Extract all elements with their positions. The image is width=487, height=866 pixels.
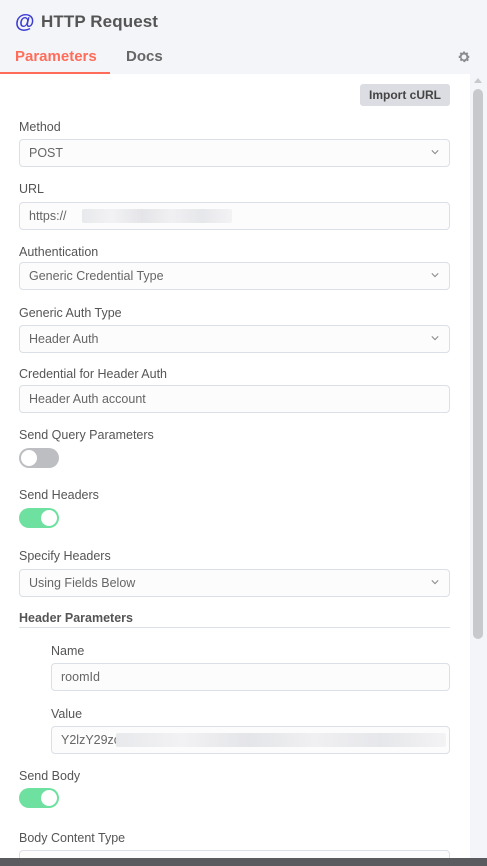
- credential-value: Header Auth account: [29, 392, 146, 406]
- import-curl-button[interactable]: Import cURL: [360, 84, 450, 106]
- authentication-select[interactable]: Generic Credential Type: [19, 262, 450, 290]
- authentication-value: Generic Credential Type: [29, 269, 164, 283]
- scrollbar[interactable]: [470, 74, 487, 858]
- node-header: @ HTTP Request Parameters Docs: [0, 0, 487, 74]
- generic-auth-type-select[interactable]: Header Auth: [19, 325, 450, 353]
- toggle-knob: [21, 450, 37, 466]
- scroll-up-arrow-icon[interactable]: [474, 78, 482, 83]
- bottom-bar: [0, 858, 487, 866]
- url-input[interactable]: https://: [19, 202, 450, 230]
- specify-headers-select[interactable]: Using Fields Below: [19, 569, 450, 597]
- specify-headers-value: Using Fields Below: [29, 576, 136, 590]
- send-query-label: Send Query Parameters: [19, 428, 154, 442]
- header-value-value: Y2lzY29zc: [61, 733, 121, 747]
- send-query-toggle[interactable]: [19, 448, 59, 468]
- toggle-knob: [41, 510, 57, 526]
- specify-headers-label: Specify Headers: [19, 549, 111, 563]
- parameters-panel: Import cURL Method POST URL https:// Aut…: [0, 74, 487, 858]
- method-label: Method: [19, 120, 61, 134]
- at-icon: @: [15, 11, 35, 33]
- header-parameters-divider: [19, 627, 450, 628]
- redacted-url: [82, 209, 232, 223]
- redacted-value: [116, 733, 446, 747]
- header-name-value: roomId: [61, 670, 100, 684]
- generic-auth-type-label: Generic Auth Type: [19, 306, 122, 320]
- node-title[interactable]: HTTP Request: [41, 12, 158, 32]
- chevron-down-icon: [431, 150, 439, 155]
- url-value: https://: [29, 209, 67, 223]
- header-name-label: Name: [51, 644, 85, 658]
- generic-auth-type-value: Header Auth: [29, 332, 99, 346]
- chevron-down-icon: [431, 336, 439, 341]
- header-parameters-title: Header Parameters: [19, 611, 133, 625]
- body-content-type-label: Body Content Type: [19, 831, 126, 845]
- header-value-label: Value: [51, 707, 83, 721]
- send-body-toggle[interactable]: [19, 788, 59, 808]
- credential-label: Credential for Header Auth: [19, 367, 168, 381]
- title-row: @ HTTP Request: [15, 12, 158, 32]
- chevron-down-icon: [431, 580, 439, 585]
- send-headers-toggle[interactable]: [19, 508, 59, 528]
- url-label: URL: [19, 182, 45, 196]
- send-headers-label: Send Headers: [19, 488, 99, 502]
- header-name-input[interactable]: roomId: [51, 663, 450, 691]
- method-value: POST: [29, 146, 64, 160]
- body-content-type-select[interactable]: [19, 850, 450, 858]
- tab-docs[interactable]: Docs: [126, 48, 163, 65]
- authentication-label: Authentication: [19, 245, 99, 259]
- chevron-down-icon: [431, 273, 439, 278]
- credential-select[interactable]: Header Auth account: [19, 385, 450, 413]
- tab-parameters[interactable]: Parameters: [15, 48, 97, 65]
- method-select[interactable]: POST: [19, 139, 450, 167]
- header-value-input[interactable]: Y2lzY29zc: [51, 726, 450, 754]
- tab-bar: Parameters Docs: [0, 40, 487, 74]
- send-body-label: Send Body: [19, 769, 81, 783]
- toggle-knob: [41, 790, 57, 806]
- scrollbar-thumb[interactable]: [473, 89, 483, 639]
- gear-icon[interactable]: [457, 50, 471, 64]
